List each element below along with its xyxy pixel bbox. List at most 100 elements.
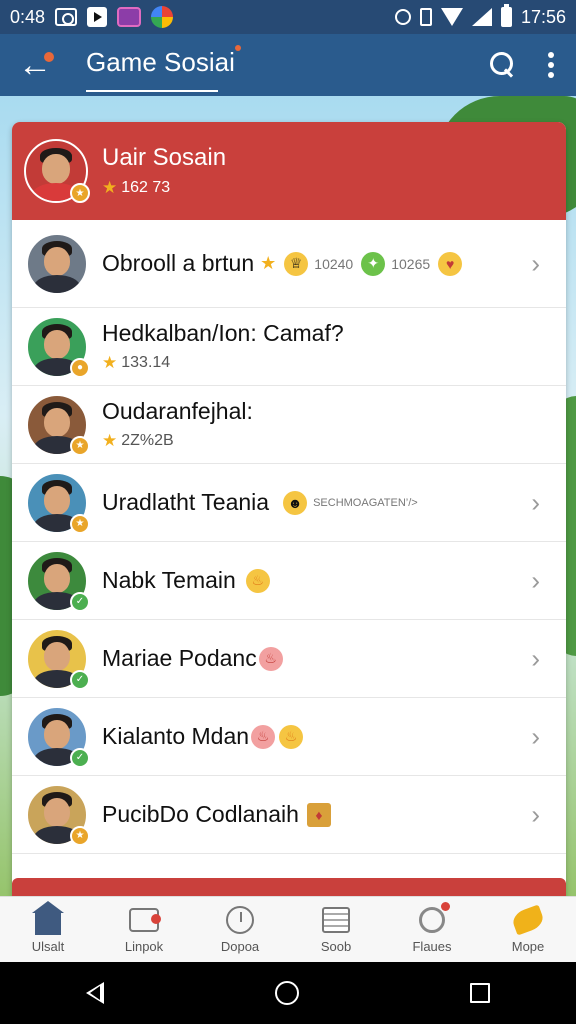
nav-label: Dopoa (220, 939, 260, 954)
list-item-name-text: Kialanto Mdan (102, 723, 250, 749)
nav-label: Flaues (412, 939, 452, 954)
nav-label: Mope (511, 939, 545, 954)
app-actions (490, 52, 576, 78)
avatar: ★ (26, 393, 90, 456)
status-time-right: 17:56 (520, 6, 566, 27)
chevron-right-icon: › (531, 799, 540, 829)
avatar (26, 232, 88, 295)
avatar: ✓ (26, 705, 90, 768)
list-item-name: Oudaranfejhal: (102, 398, 253, 424)
avatar-face (43, 564, 71, 594)
clock-icon (225, 905, 255, 935)
moon-icon (417, 902, 450, 935)
status-text: SECHMOAGATEN’/> (313, 496, 418, 509)
avatar-face (43, 330, 71, 360)
list-item-name-text: Mariae Podanc (102, 645, 257, 671)
row-text: Nabk Temain ♨ (102, 567, 566, 594)
game-tile-icon: ♦ (306, 802, 331, 827)
back-button[interactable]: ← (0, 34, 70, 96)
list-item-name-text: PucibDo Codlanaih (102, 801, 299, 827)
current-user-row[interactable]: ★ Uair Sosain ★ 162 73 › (12, 122, 566, 527)
avatar: ★ (26, 783, 90, 846)
list-item-name: Nabk Temain ♨ (102, 567, 566, 594)
list-item-name: Hedkalban/Ion: Camaf? (102, 320, 344, 346)
nav-item-home[interactable]: Ulsalt (0, 897, 96, 962)
nav-item-news[interactable]: Soob (288, 897, 384, 962)
star-icon: ★ (260, 253, 277, 273)
nav-item-moon[interactable]: Flaues (384, 897, 480, 962)
star-icon: ★ (102, 353, 118, 372)
inbox-icon (129, 905, 161, 935)
photo-notification-icon (55, 8, 78, 26)
more-options-icon[interactable] (548, 52, 554, 78)
system-home-icon[interactable] (274, 981, 299, 1005)
crown-icon: ♕ (284, 251, 309, 276)
chevron-right-icon: › (531, 565, 540, 595)
fire-icon: ♨ (245, 568, 270, 593)
next-section-header (12, 878, 566, 898)
avatar: ★ (26, 471, 90, 534)
system-recents-icon[interactable] (470, 983, 491, 1003)
page-title-text: Game Sosiai (86, 46, 235, 77)
avatar-face (42, 154, 70, 185)
nav-label: Linpok (124, 939, 164, 954)
system-navigation-bar (0, 962, 576, 1024)
status-time-left: 0:48 (10, 6, 46, 27)
nav-item-inbox[interactable]: Linpok (96, 897, 192, 962)
vibrate-icon (419, 8, 432, 26)
row-text: Hedkalban/Ion: Camaf? ★ 133.14 (102, 320, 566, 373)
battery-icon (500, 4, 512, 27)
list-item[interactable]: ● Hedkalban/Ion: Camaf? ★ 133.14 (12, 308, 566, 386)
avatar-face (43, 798, 71, 828)
chevron-right-icon: › (531, 721, 540, 751)
chevron-right-icon: › (531, 487, 540, 517)
bottom-navigation: Ulsalt Linpok Dopoa Soob Flaues Mope (0, 896, 576, 962)
list-item[interactable]: ★ Oudaranfejhal: ★ 2Z%2B (12, 386, 566, 464)
avatar-face (43, 247, 71, 277)
fire-icon: ♨ (279, 724, 304, 749)
online-badge-icon: ✓ (70, 669, 90, 690)
list-item[interactable]: ★ Uradlatht Teania ☻ SECHMOAGATEN’/> › (12, 464, 566, 542)
list-item[interactable]: ✓ Mariae Podanc ♨ › (12, 620, 566, 698)
list-item[interactable]: Obrooll a brtun ★ ♕ 10240 ✦ 10265 ♥ › (12, 220, 566, 308)
search-icon[interactable] (490, 52, 516, 78)
list-item[interactable]: ★ PucibDo Codlanaih ♦ › (12, 776, 566, 854)
list-item-name-text: Uradlatht Teania (102, 489, 270, 515)
level-badge-icon: ● (70, 357, 90, 378)
title-dot (234, 44, 241, 51)
avatar-face (43, 642, 71, 672)
row-text: Uradlatht Teania ☻ SECHMOAGATEN’/> (102, 489, 566, 516)
smile-emoji-icon: ☻ (283, 490, 308, 515)
avatar-body (33, 275, 81, 293)
list-item-name: Mariae Podanc ♨ (102, 645, 566, 672)
avatar-face (43, 408, 71, 438)
avatar: ✓ (26, 627, 90, 690)
nav-item-clock[interactable]: Dopoa (192, 897, 288, 962)
list-item-score-value: 133.14 (121, 354, 171, 371)
leaf-icon: ✦ (361, 251, 386, 276)
avatar: ● (26, 315, 90, 378)
star-icon: ★ (102, 431, 118, 450)
list-item-name-text: Obrooll a brtun (102, 250, 255, 276)
flame-icon: ♨ (251, 724, 276, 749)
status-left: 0:48 (10, 6, 174, 28)
status-right: 17:56 (394, 4, 566, 28)
alarm-icon (394, 9, 411, 25)
list-item[interactable]: ✓ Nabk Temain ♨ › (12, 542, 566, 620)
news-icon (321, 905, 351, 935)
star-icon: ★ (102, 178, 118, 197)
list-item[interactable]: ✓ Kialanto Mdan ♨ ♨ › (12, 698, 566, 776)
nav-label: Soob (320, 939, 352, 954)
nav-item-more[interactable]: Mope (480, 897, 576, 962)
page-title: Game Sosiai (86, 44, 241, 92)
avatar-image (26, 232, 88, 295)
user-score: ★ 162 73 (102, 178, 566, 198)
list-item-name: Uradlatht Teania ☻ SECHMOAGATEN’/> (102, 489, 566, 516)
play-notification-icon (87, 7, 108, 27)
online-badge-icon: ✓ (70, 591, 90, 612)
system-back-icon[interactable] (85, 982, 104, 1004)
friends-list-card: ★ Uair Sosain ★ 162 73 › Obrooll a brtun… (12, 122, 566, 902)
user-score-value: 162 73 (121, 179, 171, 196)
chevron-right-icon: › (531, 643, 540, 673)
row-text: Obrooll a brtun ★ ♕ 10240 ✦ 10265 ♥ (102, 250, 566, 277)
